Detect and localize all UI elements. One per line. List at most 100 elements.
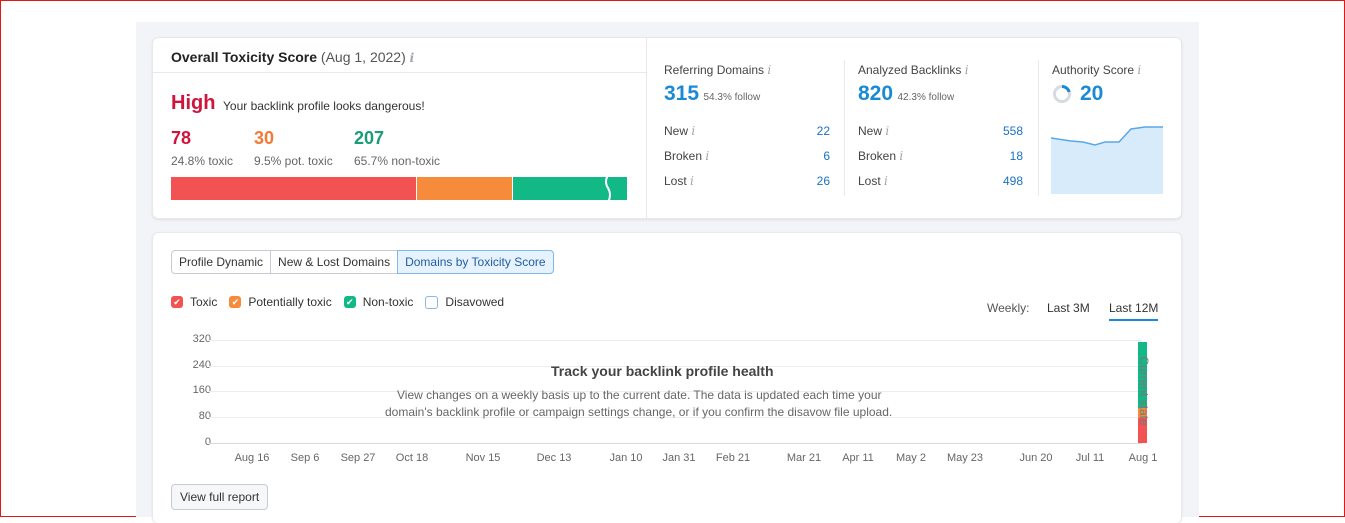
- row-label: Lost: [858, 174, 881, 188]
- checkbox-checked-icon[interactable]: ✔: [229, 296, 242, 308]
- tab-domains-by-toxicity[interactable]: Domains by Toxicity Score: [397, 250, 554, 274]
- referring-domains-count[interactable]: 315: [664, 82, 699, 105]
- authority-ring-icon: [1053, 85, 1071, 103]
- row-label: New: [664, 124, 689, 138]
- row-label: Broken: [664, 149, 703, 163]
- gridline: [209, 340, 1142, 341]
- referring-domains-follow: 54.3% follow: [703, 92, 761, 103]
- empty-state-line2: domain's backlink profile or campaign se…: [385, 405, 893, 419]
- x-tick: Jun 20: [1019, 452, 1053, 464]
- y-tick: 0: [204, 436, 211, 448]
- y-tick: 240: [192, 359, 211, 371]
- x-tick: Feb 21: [715, 452, 751, 464]
- toxicity-level: High: [171, 92, 216, 114]
- referring-new-value[interactable]: 22: [790, 124, 830, 138]
- authority-score-title-text: Authority Score: [1052, 63, 1135, 77]
- referring-broken-label: Broken i: [664, 149, 709, 163]
- x-tick: Aug 1: [1128, 452, 1158, 464]
- referring-lost-value[interactable]: 26: [790, 174, 830, 188]
- legend-toxic[interactable]: ✔ Toxic: [171, 295, 217, 309]
- x-tick: Jan 10: [609, 452, 643, 464]
- info-icon[interactable]: i: [965, 63, 969, 77]
- checkbox-checked-icon[interactable]: ✔: [343, 296, 356, 308]
- tab-new-lost-domains[interactable]: New & Lost Domains: [270, 250, 399, 274]
- current-state-label: Current state: [1137, 356, 1151, 426]
- chart-legend: ✔ Toxic ✔ Potentially toxic ✔ Non-toxic …: [171, 295, 516, 309]
- x-tick: Jul 11: [1075, 452, 1105, 464]
- period-label: Weekly:: [987, 301, 1030, 315]
- toxic-segment: [171, 177, 416, 200]
- view-full-report-button[interactable]: View full report: [171, 484, 269, 510]
- authority-score-title: Authority Score i: [1052, 63, 1141, 77]
- legend-disavowed[interactable]: Disavowed: [425, 295, 504, 309]
- authority-score-value[interactable]: 20: [1080, 82, 1103, 106]
- legend-potentially-toxic[interactable]: ✔ Potentially toxic: [229, 295, 332, 309]
- backlinks-new-label: New i: [858, 124, 889, 138]
- divider: [844, 60, 845, 196]
- period-last-12m[interactable]: Last 12M: [1109, 301, 1159, 321]
- toxicity-chart-card: Profile Dynamic New & Lost Domains Domai…: [152, 232, 1182, 523]
- info-icon[interactable]: i: [410, 51, 415, 65]
- info-icon[interactable]: i: [690, 174, 694, 188]
- toxic-count[interactable]: 78: [171, 128, 191, 149]
- x-tick: Mar 21: [786, 452, 822, 464]
- row-label: Lost: [664, 174, 687, 188]
- x-tick: Sep 27: [340, 452, 376, 464]
- non-toxic-count[interactable]: 207: [354, 128, 384, 149]
- info-icon[interactable]: i: [1137, 63, 1141, 77]
- referring-broken-value[interactable]: 6: [790, 149, 830, 163]
- info-icon[interactable]: i: [767, 63, 771, 77]
- backlinks-lost-label: Lost i: [858, 174, 888, 188]
- row-label: New: [858, 124, 883, 138]
- row-label: Broken: [858, 149, 897, 163]
- toxic-label: 24.8% toxic: [171, 154, 234, 168]
- non-toxic-label: 65.7% non-toxic: [354, 154, 441, 168]
- empty-state-title: Track your backlink profile health: [551, 363, 774, 379]
- authority-sparkline: [1051, 126, 1163, 194]
- backlinks-new-value[interactable]: 558: [983, 124, 1023, 138]
- legend-label: Disavowed: [445, 295, 505, 309]
- checkbox-unchecked-icon[interactable]: [425, 295, 439, 309]
- legend-non-toxic[interactable]: ✔ Non-toxic: [343, 295, 414, 309]
- referring-domains-title: Referring Domains i: [664, 63, 771, 77]
- x-tick: Oct 18: [395, 452, 429, 464]
- checkbox-checked-icon[interactable]: ✔: [171, 296, 183, 308]
- x-tick: Apr 11: [842, 452, 874, 464]
- legend-label: Toxic: [190, 295, 218, 309]
- info-icon[interactable]: i: [885, 124, 889, 138]
- toxicity-distribution-bar: [171, 175, 627, 202]
- y-tick: 160: [192, 384, 211, 396]
- info-icon[interactable]: i: [691, 124, 695, 138]
- referring-lost-label: Lost i: [664, 174, 694, 188]
- period-last-3m[interactable]: Last 3M: [1047, 301, 1090, 315]
- backlinks-lost-value[interactable]: 498: [983, 174, 1023, 188]
- info-icon[interactable]: i: [884, 174, 888, 188]
- x-tick: Dec 13: [536, 452, 572, 464]
- legend-label: Potentially toxic: [248, 295, 332, 309]
- info-icon[interactable]: i: [899, 149, 903, 163]
- divider: [153, 72, 646, 73]
- potentially-toxic-count[interactable]: 30: [254, 128, 274, 149]
- toxicity-title-text: Overall Toxicity Score: [171, 49, 318, 65]
- divider: [646, 38, 647, 218]
- y-tick: 320: [192, 333, 211, 345]
- summary-card: Overall Toxicity Score (Aug 1, 2022) i H…: [152, 37, 1182, 219]
- backlinks-count[interactable]: 820: [858, 82, 893, 105]
- backlinks-summary: 820 42.3% follow: [858, 82, 954, 106]
- tab-profile-dynamic[interactable]: Profile Dynamic: [171, 250, 272, 274]
- divider: [1038, 60, 1039, 196]
- potentially-toxic-label: 9.5% pot. toxic: [254, 154, 333, 168]
- referring-domains-title-text: Referring Domains: [664, 63, 765, 77]
- legend-label: Non-toxic: [362, 295, 414, 309]
- x-tick: Aug 16: [234, 452, 270, 464]
- x-tick: May 2: [896, 452, 926, 464]
- toxicity-message: Your backlink profile looks dangerous!: [223, 99, 425, 113]
- x-tick: May 23: [946, 452, 984, 464]
- potentially-toxic-segment: [417, 177, 512, 200]
- x-tick: Nov 15: [465, 452, 501, 464]
- referring-domains-summary: 315 54.3% follow: [664, 82, 760, 106]
- info-icon[interactable]: i: [705, 149, 709, 163]
- toxicity-title: Overall Toxicity Score (Aug 1, 2022) i: [171, 49, 414, 65]
- x-tick: Sep 6: [290, 452, 320, 464]
- backlinks-broken-value[interactable]: 18: [983, 149, 1023, 163]
